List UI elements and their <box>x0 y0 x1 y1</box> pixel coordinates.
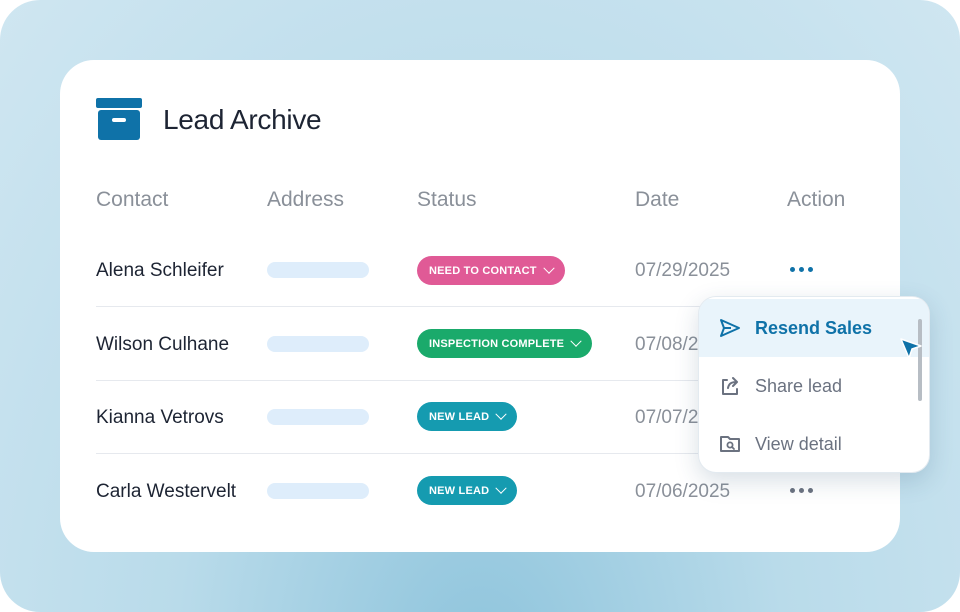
status-label: NEW LEAD <box>429 484 490 497</box>
menu-item-view-detail[interactable]: View detail <box>699 415 929 472</box>
mouse-pointer-icon <box>898 336 924 362</box>
send-icon <box>717 315 743 341</box>
status-label: NEW LEAD <box>429 410 490 423</box>
menu-item-share-lead[interactable]: Share lead <box>699 357 929 415</box>
more-actions-button[interactable] <box>790 267 813 272</box>
chevron-down-icon <box>570 335 582 347</box>
column-header-address: Address <box>267 188 345 211</box>
status-badge[interactable]: NEW LEAD <box>417 476 518 505</box>
address-placeholder <box>267 483 369 499</box>
page-title: Lead Archive <box>163 104 322 135</box>
background-panel: Lead Archive Contact Address Status Date… <box>0 0 960 612</box>
status-badge[interactable]: NEED TO CONTACT <box>417 256 565 285</box>
column-header-action: Action <box>787 188 846 211</box>
actions-menu: Resend Sales Share lead View detail <box>698 296 930 473</box>
address-placeholder <box>267 336 369 352</box>
date-cell: 07/29/2025 <box>635 260 731 281</box>
archive-box-icon <box>96 98 142 142</box>
status-badge[interactable]: INSPECTION COMPLETE <box>417 329 593 358</box>
column-header-date: Date <box>635 188 680 211</box>
chevron-down-icon <box>543 262 555 274</box>
column-header-contact: Contact <box>96 188 169 211</box>
menu-item-label: Resend Sales <box>755 317 873 338</box>
address-placeholder <box>267 409 369 425</box>
share-icon <box>717 373 743 399</box>
status-label: NEED TO CONTACT <box>429 264 537 277</box>
menu-item-resend-sales[interactable]: Resend Sales <box>699 299 929 357</box>
address-placeholder <box>267 262 369 278</box>
folder-search-icon <box>717 431 743 457</box>
date-cell: 07/06/2025 <box>635 481 731 502</box>
chevron-down-icon <box>495 408 507 420</box>
status-badge[interactable]: NEW LEAD <box>417 402 518 431</box>
chevron-down-icon <box>495 482 507 494</box>
menu-item-label: Share lead <box>755 375 843 396</box>
more-actions-button[interactable] <box>790 488 813 493</box>
contact-name: Kianna Vetrovs <box>96 407 224 428</box>
status-label: INSPECTION COMPLETE <box>429 337 565 350</box>
column-header-status: Status <box>417 188 477 211</box>
contact-name: Carla Westervelt <box>96 481 237 502</box>
title-row: Lead Archive <box>96 98 322 142</box>
contact-name: Alena Schleifer <box>96 260 224 281</box>
menu-item-label: View detail <box>755 433 842 454</box>
contact-name: Wilson Culhane <box>96 334 230 355</box>
